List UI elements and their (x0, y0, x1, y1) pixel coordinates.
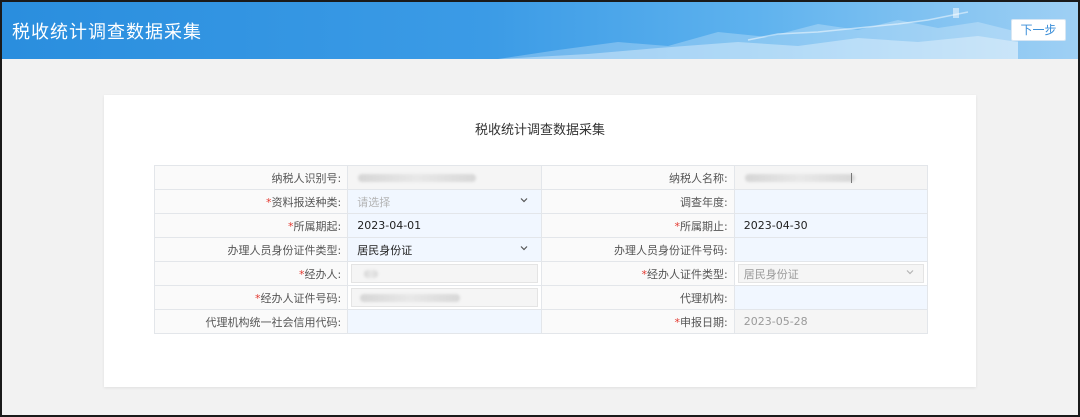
period-end-field[interactable]: 2023-04-30 (733, 213, 929, 238)
next-step-button[interactable]: 下一步 (1011, 19, 1066, 41)
taxpayer-name-label: 纳税人名称: (540, 165, 735, 190)
taxpayer-name-field (733, 165, 929, 190)
agency-label: 代理机构: (540, 285, 735, 310)
agent-field[interactable] (347, 261, 542, 286)
redacted-value (364, 270, 379, 278)
survey-year-label: 调查年度: (540, 189, 735, 214)
chevron-down-icon (906, 270, 914, 275)
agent-id-number-label: *经办人证件号码: (153, 285, 349, 310)
form-row: *经办人证件号码: 代理机构: (153, 285, 929, 310)
chevron-down-icon (520, 246, 527, 251)
form-row: 代理机构统一社会信用代码: *申报日期: 2023-05-28 (153, 309, 929, 334)
app-header: 税收统计调查数据采集 下一步 (2, 2, 1078, 59)
agency-credit-code-field[interactable] (347, 309, 542, 334)
agency-field[interactable] (733, 285, 929, 310)
handler-id-type-select[interactable]: 居民身份证 (347, 237, 542, 262)
form-row: *经办人: *经办人证件类型: 居民身份证 (153, 261, 929, 286)
form-title: 税收统计调查数据采集 (474, 123, 605, 138)
chevron-down-icon (520, 198, 527, 203)
app-title: 税收统计调查数据采集 (12, 22, 202, 43)
handler-id-type-label: 办理人员身份证件类型: (153, 237, 349, 262)
filing-date-label: *申报日期: (540, 309, 735, 334)
survey-year-field[interactable] (733, 189, 929, 214)
text-cursor (850, 173, 852, 183)
form-row: 纳税人识别号: 纳税人名称: (153, 165, 929, 190)
great-wall-mountain-icon (498, 8, 1018, 59)
handler-id-number-label: 办理人员身份证件号码: (540, 237, 735, 262)
period-end-label: *所属期止: (540, 213, 735, 238)
report-type-label: *资料报送种类: (153, 189, 349, 214)
agent-label: *经办人: (153, 261, 349, 286)
agent-id-type-select: 居民身份证 (733, 261, 929, 286)
redacted-value (360, 294, 461, 302)
taxpayer-id-label: 纳税人识别号: (153, 165, 349, 190)
form-row: *资料报送种类: 请选择 调查年度: (153, 189, 929, 214)
form-row: *所属期起: 2023-04-01 *所属期止: 2023-04-30 (153, 213, 929, 238)
period-start-field[interactable]: 2023-04-01 (347, 213, 542, 238)
form-card: 税收统计调查数据采集 纳税人识别号: 纳税人名称: *资料报送种类: 请选择 调… (104, 95, 976, 387)
redacted-value (744, 174, 855, 182)
period-start-label: *所属期起: (153, 213, 349, 238)
agent-id-type-label: *经办人证件类型: (540, 261, 735, 286)
taxpayer-id-field (347, 165, 542, 190)
agent-input[interactable] (351, 264, 538, 283)
filing-date-field: 2023-05-28 (733, 309, 929, 334)
report-type-select[interactable]: 请选择 (347, 189, 542, 214)
form-row: 办理人员身份证件类型: 居民身份证 办理人员身份证件号码: (153, 237, 929, 262)
agency-credit-code-label: 代理机构统一社会信用代码: (153, 309, 349, 334)
handler-id-number-field[interactable] (733, 237, 929, 262)
redacted-value (358, 174, 477, 182)
survey-form-table: 纳税人识别号: 纳税人名称: *资料报送种类: 请选择 调查年度: *所属期起:… (153, 165, 929, 334)
agent-id-number-field[interactable] (347, 285, 542, 310)
